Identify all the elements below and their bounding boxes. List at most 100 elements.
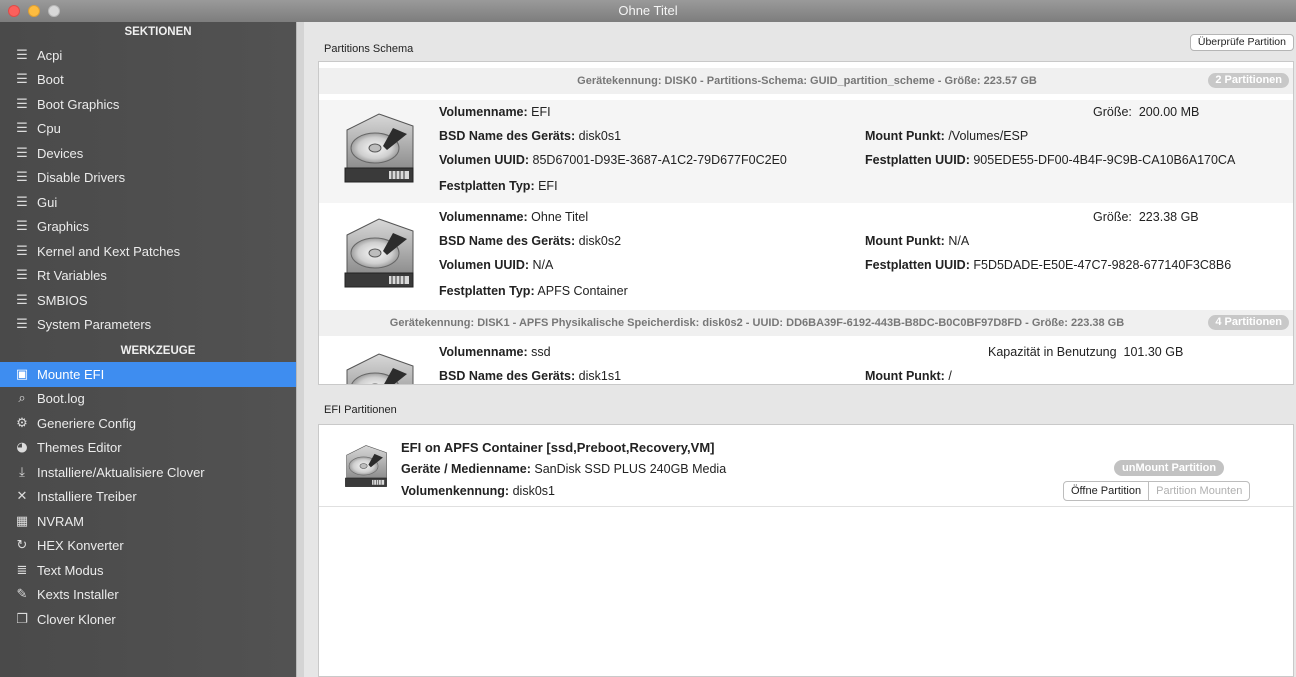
hard-disk-icon [344,218,414,288]
mount-partition-button[interactable]: Partition Mounten [1149,482,1249,500]
sidebar-item-smbios[interactable]: ☰ SMBIOS [0,288,296,313]
list-icon: ☰ [16,96,28,112]
sidebar-item-label: Gui [37,194,58,210]
bsd-name-field: BSD Name des Geräts: disk0s2 [439,234,622,248]
text-icon: ≣ [16,562,28,578]
sidebar-item-label: Cpu [37,121,61,137]
sidebar-item-cpu[interactable]: ☰ Cpu [0,117,296,142]
sidebar-tool-hex-konverter[interactable]: ↻ HEX Konverter [0,534,296,559]
hard-disk-icon [345,445,387,487]
clone-icon: ❐ [16,611,28,627]
gears-icon: ⚙ [16,415,28,431]
sidebar-tool-installiere-aktualisiere-clover[interactable]: ⤓ Installiere/Aktualisiere Clover [0,460,296,485]
list-icon: ☰ [16,121,28,137]
disk1-group-header: Gerätekennung: DISK1 - APFS Physikalisch… [319,310,1293,336]
sidebar-tool-text-modus[interactable]: ≣ Text Modus [0,558,296,583]
sidebar-item-disable-drivers[interactable]: ☰ Disable Drivers [0,166,296,191]
sidebar-item-rt-variables[interactable]: ☰ Rt Variables [0,264,296,289]
sidebar-item-label: Rt Variables [37,268,107,284]
disk0-header-text: Gerätekennung: DISK0 - Partitions-Schema… [577,75,1037,87]
main-content: Überprüfe Partition Partitions Schema Ge… [304,22,1296,677]
partition-schema-panel[interactable]: Gerätekennung: DISK0 - Partitions-Schema… [318,61,1294,385]
sidebar-tool-generiere-config[interactable]: ⚙ Generiere Config [0,411,296,436]
efi-partitions-panel[interactable]: EFI on APFS Container [ssd,Preboot,Recov… [318,424,1294,677]
sidebar-item-label: Boot.log [37,391,85,407]
palette-icon: ◕ [16,440,28,456]
window-title: Ohne Titel [618,3,678,18]
sidebar-tool-mounte-efi[interactable]: ▣ Mounte EFI [0,362,296,387]
tools-icon: ✕ [16,489,28,505]
list-icon: ☰ [16,170,28,186]
efi-partition-row[interactable]: EFI on APFS Container [ssd,Preboot,Recov… [319,425,1293,507]
sidebar-item-label: Devices [37,145,84,161]
list-icon: ☰ [16,194,28,210]
sidebar-item-boot[interactable]: ☰ Boot [0,68,296,93]
open-partition-button[interactable]: Öffne Partition [1064,482,1150,500]
volume-uuid-field: Volumen UUID: N/A [439,258,554,272]
sidebar-item-label: Boot [37,72,64,88]
sidebar-item-label: Text Modus [37,562,104,578]
list-icon: ☰ [16,145,28,161]
list-icon: ☰ [16,72,28,88]
efi-partition-title: EFI on APFS Container [ssd,Preboot,Recov… [401,440,715,455]
sidebar-item-gui[interactable]: ☰ Gui [0,190,296,215]
refresh-icon: ↻ [16,538,28,554]
size-field: Größe: 200.00 MB [1093,105,1200,119]
disk1-header-text: Gerätekennung: DISK1 - APFS Physikalisch… [389,317,1125,329]
sidebar-item-label: System Parameters [37,317,152,333]
list-icon: ☰ [16,292,28,308]
sidebar-item-label: Installiere Treiber [37,489,137,505]
sidebar-tool-boot-log[interactable]: ⌕ Boot.log [0,387,296,412]
sidebar-tool-clover-kloner[interactable]: ❐ Clover Kloner [0,607,296,632]
volume-uuid-field: Volumen UUID: 85D67001-D93E-3687-A1C2-79… [439,153,787,167]
sidebar-item-label: Clover Kloner [37,611,116,627]
sidebar-item-label: Themes Editor [37,440,122,456]
list-icon: ☰ [16,317,28,333]
window-titlebar: Ohne Titel [0,0,1296,22]
disk0-group-header: Gerätekennung: DISK0 - Partitions-Schema… [319,68,1293,94]
disk-type-field: Festplatten Typ: APFS Container [439,284,628,298]
hard-disk-icon [344,353,414,384]
sidebar-item-label: HEX Konverter [37,538,124,554]
sidebar: SEKTIONEN ☰ Acpi ☰ Boot ☰ Boot Graphics ☰ Cpu ☰ D… [0,22,296,677]
efi-partitions-label: EFI Partitionen [324,404,397,416]
list-icon: ☰ [16,47,28,63]
sidebar-item-boot-graphics[interactable]: ☰ Boot Graphics [0,92,296,117]
bsd-name-field: BSD Name des Geräts: disk0s1 [439,129,622,143]
sidebar-item-system-parameters[interactable]: ☰ System Parameters [0,313,296,338]
sidebar-item-kernel-and-kext-patches[interactable]: ☰ Kernel and Kext Patches [0,239,296,264]
sidebar-item-label: Generiere Config [37,415,136,431]
sidebar-tool-installiere-treiber[interactable]: ✕ Installiere Treiber [0,485,296,510]
chip-icon: ▦ [15,513,29,529]
disk0-partition-count-badge: 2 Partitionen [1208,73,1289,88]
sidebar-item-graphics[interactable]: ☰ Graphics [0,215,296,240]
sidebar-tool-themes-editor[interactable]: ◕ Themes Editor [0,436,296,461]
disk1-partition-count-badge: 4 Partitionen [1208,315,1289,330]
list-icon: ☰ [16,219,28,235]
bsd-name-field: BSD Name des Geräts: disk1s1 [439,369,622,383]
split-view-divider[interactable] [296,22,304,677]
volume-row[interactable]: Volumenname: EFI BSD Name des Geräts: di… [319,100,1293,203]
mount-point-field: Mount Punkt: N/A [865,234,970,248]
volume-row[interactable]: Volumenname: Ohne Titel BSD Name des Ger… [319,205,1293,308]
sidebar-item-label: NVRAM [37,513,84,529]
volume-name-field: Volumenname: Ohne Titel [439,210,589,224]
sidebar-tool-kexts-installer[interactable]: ✎ Kexts Installer [0,583,296,608]
mount-point-field: Mount Punkt: / [865,369,952,383]
partition-actions-segmented: Öffne Partition Partition Mounten [1063,481,1251,501]
volume-name-field: Volumenname: EFI [439,105,551,119]
verify-partition-button[interactable]: Überprüfe Partition [1189,34,1294,51]
sidebar-item-acpi[interactable]: ☰ Acpi [0,43,296,68]
capacity-used-field: Kapazität in Benutzung 101.30 GB [988,345,1184,359]
disk-icon: ▣ [15,366,29,382]
size-field: Größe: 223.38 GB [1093,210,1199,224]
sidebar-item-devices[interactable]: ☰ Devices [0,141,296,166]
sidebar-item-label: Kernel and Kext Patches [37,243,181,259]
volume-name-field: Volumenname: ssd [439,345,551,359]
unmount-partition-button[interactable]: unMount Partition [1114,460,1225,476]
media-name-field: Geräte / Medienname: SanDisk SSD PLUS 24… [401,462,727,476]
sections-header: SEKTIONEN [124,26,192,38]
volume-row[interactable]: Volumenname: ssd BSD Name des Geräts: di… [319,340,1293,384]
sidebar-item-label: Acpi [37,47,63,63]
sidebar-tool-nvram[interactable]: ▦ NVRAM [0,509,296,534]
